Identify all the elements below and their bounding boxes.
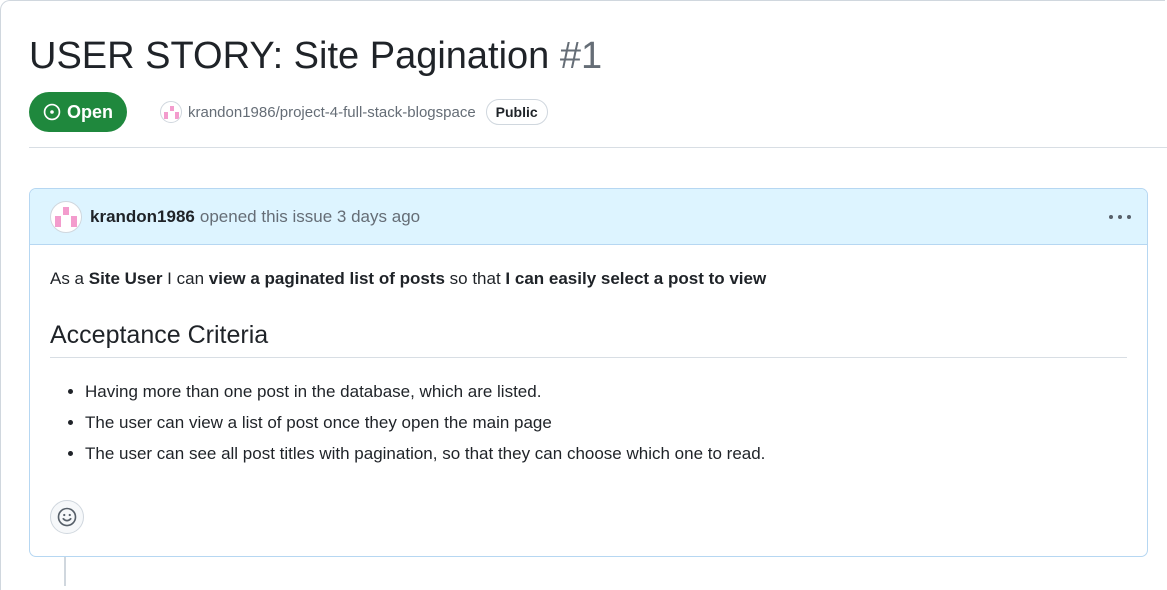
issue-title-text: USER STORY: Site Pagination: [29, 35, 550, 77]
comment-author[interactable]: krandon1986: [90, 207, 195, 227]
issue-title: USER STORY: Site Pagination #1: [29, 34, 602, 78]
comment-body: As a Site User I can view a paginated li…: [30, 267, 1147, 469]
story-capability: view a paginated list of posts: [208, 269, 445, 288]
visibility-badge: Public: [485, 99, 548, 125]
repo-owner-avatar: [160, 101, 182, 123]
acceptance-criteria-list: Having more than one post in the databas…: [50, 376, 1127, 469]
story-benefit: I can easily select a post to view: [505, 269, 767, 288]
repo-name[interactable]: krandon1986/project-4-full-stack-blogspa…: [188, 104, 476, 121]
story-text: As a: [50, 269, 89, 288]
kebab-horizontal-icon[interactable]: [1109, 207, 1131, 227]
comment-header: krandon1986 opened this issue 3 days ago: [30, 189, 1147, 245]
issue-number: #1: [559, 35, 603, 77]
list-item: Having more than one post in the databas…: [85, 376, 1127, 407]
issue-state-badge: Open: [29, 92, 127, 132]
issue-opened-icon: [43, 103, 61, 121]
comment-meta: opened this issue 3 days ago: [199, 206, 421, 226]
story-text: I can: [162, 269, 209, 288]
acceptance-criteria-heading: Acceptance Criteria: [50, 319, 1127, 358]
timeline-line: [64, 557, 66, 586]
author-avatar[interactable]: [50, 200, 82, 233]
list-item: The user can view a list of post once th…: [85, 407, 1127, 438]
smiley-icon: [57, 507, 77, 527]
header-divider: [29, 147, 1167, 148]
issue-comment: krandon1986 opened this issue 3 days ago…: [29, 188, 1148, 557]
issue-state-label: Open: [66, 101, 113, 122]
story-text: so that: [444, 269, 506, 288]
user-story-sentence: As a Site User I can view a paginated li…: [50, 267, 1127, 291]
list-item: The user can see all post titles with pa…: [85, 438, 1127, 469]
story-role: Site User: [88, 269, 163, 288]
add-reaction-button[interactable]: [50, 500, 84, 534]
repo-link[interactable]: krandon1986/project-4-full-stack-blogspa…: [160, 99, 548, 125]
